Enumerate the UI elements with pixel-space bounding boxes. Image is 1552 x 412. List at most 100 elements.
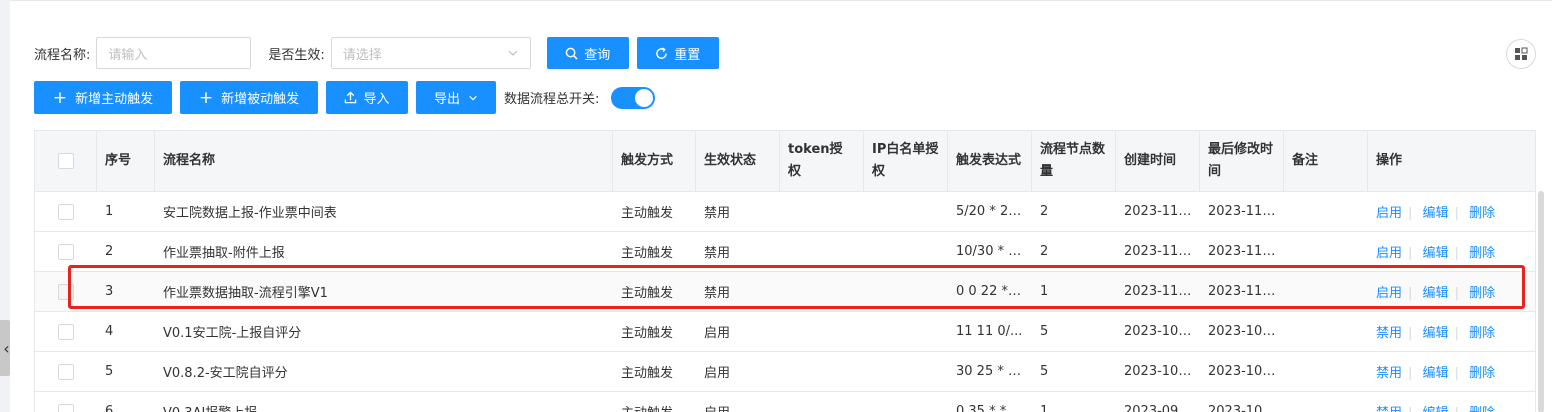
export-dropdown[interactable]: 导出: [416, 81, 496, 114]
chevron-down-icon: [508, 50, 518, 56]
cell-no: 5: [105, 364, 114, 379]
header-cell: 触发表达式: [948, 131, 1032, 191]
divider: |: [1408, 286, 1413, 301]
cell-status: 禁用: [704, 206, 731, 221]
query-button[interactable]: 查询: [546, 37, 629, 69]
cell-status: 禁用: [704, 246, 731, 261]
cell-trigger: 主动触发: [613, 402, 696, 412]
cell-modified: 2023-10-...: [1208, 404, 1280, 412]
edit-link[interactable]: 编辑: [1423, 246, 1449, 261]
reset-button[interactable]: 重置: [636, 37, 719, 69]
cell-modified: 2023-10-...: [1208, 324, 1280, 339]
table-row: 3 作业票数据抽取-流程引擎V1 主动触发 禁用 0 0 22 * *... 1 2023-…: [35, 272, 1535, 312]
edit-link[interactable]: 编辑: [1423, 286, 1449, 301]
cell-no: 2: [105, 244, 114, 259]
master-switch-toggle[interactable]: [611, 86, 656, 109]
divider: |: [1455, 406, 1459, 412]
row-checkbox[interactable]: [58, 203, 74, 220]
edit-link[interactable]: 编辑: [1423, 366, 1449, 381]
active-select[interactable]: 请选择: [330, 37, 531, 69]
add-passive-trigger-button[interactable]: + 新增被动触发: [180, 81, 318, 114]
cell-created: 2023-09-...: [1124, 404, 1196, 412]
divider: |: [1454, 366, 1459, 381]
row-select-cell: [35, 232, 97, 272]
toggle-status-link[interactable]: 禁用: [1376, 366, 1402, 381]
cell-status: 启用: [696, 402, 780, 412]
toggle-status-link[interactable]: 禁用: [1376, 406, 1402, 412]
import-button[interactable]: 导入: [326, 81, 408, 114]
delete-link[interactable]: 删除: [1469, 286, 1495, 301]
edit-link[interactable]: 编辑: [1423, 406, 1449, 412]
toggle-status-link[interactable]: 启用: [1376, 246, 1402, 261]
table-row: 4 V0.1安工院-上报自评分 主动触发 启用 11 11 0/... 5 2023-10-…: [35, 312, 1535, 352]
add-active-trigger-button[interactable]: + 新增主动触发: [34, 81, 172, 114]
delete-link[interactable]: 删除: [1469, 326, 1495, 341]
flow-name-input[interactable]: 请输入: [96, 37, 252, 69]
cell-actions: 启用 | 编辑 | 删除: [1368, 282, 1529, 301]
plus-icon: +: [198, 87, 214, 108]
header-cell: 最后修改时间: [1200, 131, 1284, 191]
chevron-left-icon: ‹: [3, 338, 10, 358]
row-checkbox[interactable]: [58, 363, 74, 380]
header-cell: 流程节点数量: [1032, 131, 1116, 191]
row-select-cell: [35, 192, 97, 232]
cell-created: 2023-10-...: [1124, 364, 1196, 379]
row-select-cell: [35, 272, 97, 312]
divider: |: [1408, 246, 1413, 261]
master-switch-label: 数据流程总开关:: [504, 92, 600, 107]
upload-icon: [345, 91, 357, 104]
cell-trigger: 主动触发: [621, 326, 674, 341]
select-all-checkbox[interactable]: [57, 153, 74, 169]
delete-link[interactable]: 删除: [1469, 206, 1495, 221]
cell-nodes: 5: [1040, 324, 1049, 339]
cell-trigger: 主动触发: [621, 366, 674, 381]
cell-expr: 5/20 * 22...: [956, 204, 1029, 219]
delete-link[interactable]: 删除: [1469, 366, 1495, 381]
row-checkbox[interactable]: [58, 323, 74, 340]
cell-nodes: 2: [1040, 204, 1049, 219]
cell-no: 4: [105, 324, 114, 339]
search-icon: [565, 47, 578, 60]
refresh-icon: [656, 46, 668, 59]
cell-actions: 启用 | 编辑 | 删除: [1368, 242, 1529, 261]
table-header: 序号 流程名称 触发方式 生效状态 token授权 IP白名单授权 触发表达式 …: [35, 131, 1535, 192]
cell-expr: 0 35 * * *...: [956, 404, 1030, 412]
cell-created: 2023-10-...: [1124, 324, 1196, 339]
divider: |: [1454, 246, 1459, 261]
cell-name: 安工院数据上报-作业票中间表: [163, 206, 337, 221]
column-settings-button[interactable]: [1506, 39, 1536, 69]
cell-modified: 2023-11-...: [1208, 284, 1280, 299]
cell-created: 2023-11-...: [1124, 244, 1196, 259]
row-checkbox[interactable]: [58, 243, 74, 260]
divider: |: [1408, 406, 1412, 412]
cell-trigger: 主动触发: [621, 286, 674, 301]
row-checkbox[interactable]: [58, 403, 74, 412]
cell-trigger: 主动触发: [621, 206, 674, 221]
cell-nodes: 5: [1040, 364, 1049, 379]
cell-modified: 2023-11-...: [1208, 204, 1280, 219]
delete-link[interactable]: 删除: [1469, 406, 1495, 412]
action-bar: + 新增主动触发 + 新增被动触发 导入 导出 数据流程总开关:: [34, 81, 656, 114]
divider: |: [1454, 206, 1459, 221]
cell-expr: 11 11 0/...: [956, 324, 1023, 339]
row-checkbox[interactable]: [58, 283, 74, 300]
delete-link[interactable]: 删除: [1469, 246, 1495, 261]
toggle-status-link[interactable]: 启用: [1376, 206, 1402, 221]
divider: |: [1454, 326, 1459, 341]
flow-table: 序号 流程名称 触发方式 生效状态 token授权 IP白名单授权 触发表达式 …: [34, 130, 1536, 412]
toggle-status-link[interactable]: 启用: [1376, 286, 1402, 301]
cell-actions: 禁用 | 编辑 | 删除: [1368, 322, 1529, 341]
grid-icon: [1515, 47, 1528, 60]
header-cell: 序号: [97, 131, 155, 191]
header-cell: 触发方式: [613, 131, 696, 191]
main-panel: 流程名称: 请输入 是否生效: 请选择 查询 重置 + 新增主动触发 + 新增被…: [10, 0, 1552, 412]
divider: |: [1454, 286, 1459, 301]
row-select-cell: [35, 312, 97, 352]
table-scrollbar[interactable]: [1538, 191, 1544, 412]
cell-status: 禁用: [704, 286, 731, 301]
toggle-status-link[interactable]: 禁用: [1376, 326, 1402, 341]
edit-link[interactable]: 编辑: [1423, 206, 1449, 221]
cell-actions: 启用 | 编辑 | 删除: [1368, 202, 1529, 221]
edit-link[interactable]: 编辑: [1423, 326, 1449, 341]
divider: |: [1408, 326, 1413, 341]
